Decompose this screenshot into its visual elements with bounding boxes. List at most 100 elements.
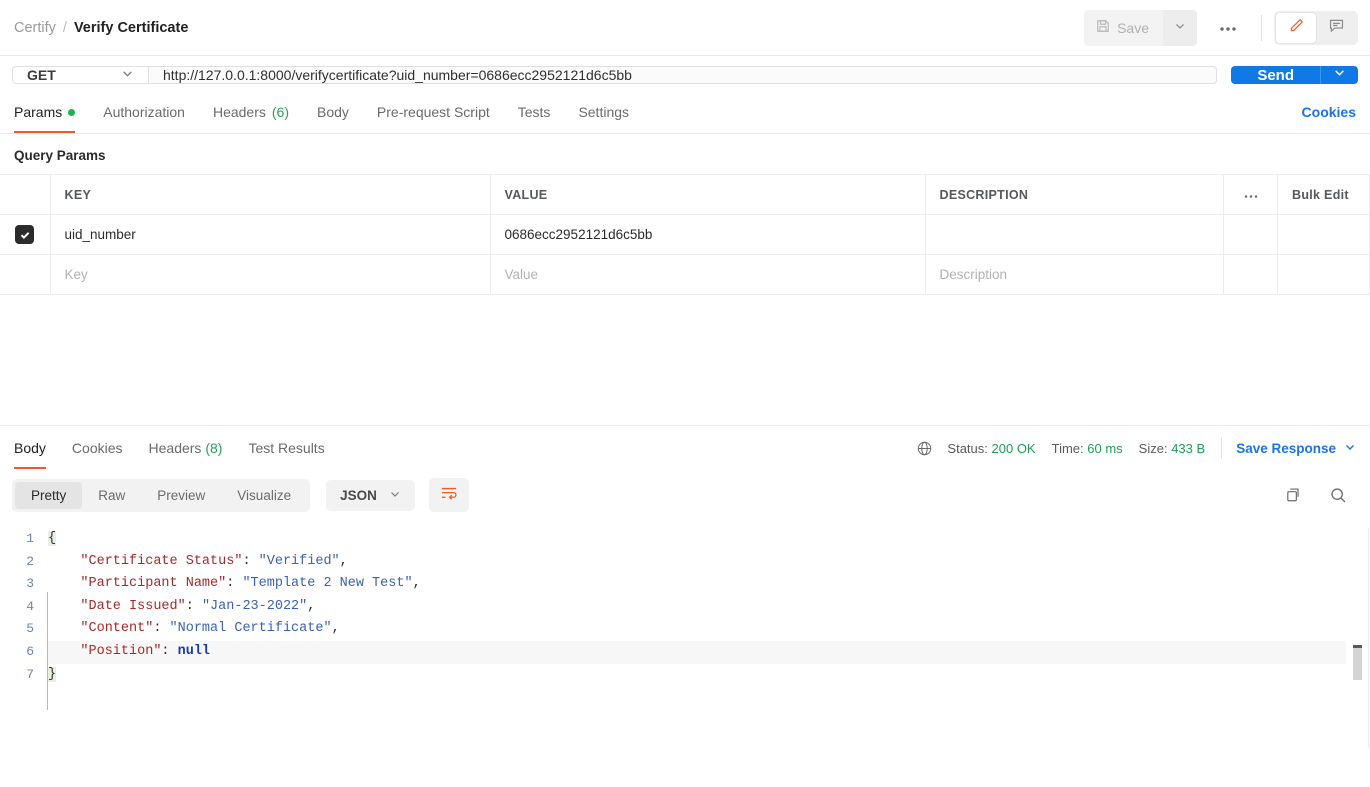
save-button-label: Save — [1117, 19, 1149, 36]
word-wrap-icon — [440, 485, 458, 506]
size-value: 433 B — [1171, 440, 1206, 456]
code-line: } — [48, 664, 1346, 687]
response-format-value: JSON — [340, 487, 377, 503]
http-method-select[interactable]: GET — [12, 66, 148, 84]
response-format-select[interactable]: JSON — [326, 479, 415, 511]
tab-body[interactable]: Body — [317, 96, 349, 133]
time-value: 60 ms — [1087, 440, 1123, 456]
new-row-key-input[interactable]: Key — [50, 254, 491, 295]
response-tab-headers-count: (8) — [205, 439, 223, 456]
line-number: 5 — [26, 621, 34, 637]
edit-mode-button[interactable] — [1276, 12, 1316, 43]
response-meta: Status: 200 OK Time: 60 ms Size: 433 B S… — [916, 438, 1356, 458]
response-view-mode-group: Pretty Raw Preview Visualize — [12, 478, 311, 512]
row-actions — [1223, 214, 1278, 255]
status-value: 200 OK — [991, 440, 1036, 456]
view-mode-pretty[interactable]: Pretty — [15, 481, 83, 509]
view-mode-preview[interactable]: Preview — [141, 482, 221, 509]
tab-headers[interactable]: Headers (6) — [213, 96, 289, 133]
json-value: null — [177, 643, 211, 659]
pencil-icon — [1288, 17, 1305, 39]
query-params-table: KEY VALUE DESCRIPTION Bulk Edit uid_numb… — [0, 174, 1370, 295]
breadcrumb: Certify / Verify Certificate — [14, 20, 188, 36]
chevron-down-icon — [1333, 66, 1346, 84]
new-row-value-input[interactable]: Value — [490, 254, 926, 295]
json-colon: : — [242, 553, 259, 569]
code-line-numbers: 1 2 3 4 5 6 7 — [0, 528, 44, 686]
line-number: 7 — [26, 666, 34, 682]
code-line: "Date Issued": "Jan-23-2022", — [48, 596, 1346, 619]
row-description[interactable] — [925, 214, 1224, 255]
json-value: "Normal Certificate" — [169, 621, 332, 637]
floppy-disk-icon — [1096, 19, 1110, 36]
tab-params[interactable]: Params — [14, 96, 76, 133]
new-row-spacer — [1277, 254, 1370, 295]
request-body-spacer — [0, 295, 1370, 425]
response-body-scrollbar[interactable] — [1346, 528, 1370, 748]
code-lines[interactable]: { "Certificate Status": "Verified", "Par… — [44, 528, 1346, 686]
save-button-group: Save — [1084, 9, 1197, 46]
code-line: "Content": "Normal Certificate", — [48, 618, 1346, 641]
query-params-more-button[interactable] — [1223, 174, 1278, 215]
send-button[interactable]: Send — [1231, 66, 1320, 84]
bulk-edit-button[interactable]: Bulk Edit — [1277, 174, 1370, 215]
line-number: 1 — [26, 531, 34, 546]
row-value[interactable]: 0686ecc2952121d6c5bb — [490, 214, 926, 255]
tab-pre-request-script[interactable]: Pre-request Script — [377, 96, 490, 133]
line-number: 2 — [26, 553, 34, 569]
response-tab-headers[interactable]: Headers (8) — [149, 428, 223, 469]
code-line: { — [48, 528, 1346, 551]
new-row-description-input[interactable]: Description — [925, 254, 1224, 295]
tab-headers-count: (6) — [271, 104, 289, 120]
save-response-label: Save Response — [1236, 440, 1336, 456]
save-button[interactable]: Save — [1084, 11, 1163, 44]
word-wrap-toggle[interactable] — [428, 478, 469, 512]
ellipsis-icon — [1243, 188, 1259, 202]
top-bar-actions: Save — [1084, 9, 1358, 46]
response-pane: Body Cookies Headers (8) Test Results St… — [0, 425, 1370, 748]
tab-tests-label: Tests — [517, 104, 551, 120]
json-key: "Position" — [80, 643, 162, 659]
comment-mode-button[interactable] — [1316, 13, 1356, 43]
save-options-caret[interactable] — [1163, 9, 1197, 46]
cookies-link[interactable]: Cookies — [1302, 104, 1356, 125]
table-row: uid_number 0686ecc2952121d6c5bb — [0, 214, 1370, 255]
tab-settings[interactable]: Settings — [578, 96, 629, 133]
column-header-key: KEY — [50, 174, 491, 215]
breadcrumb-collection[interactable]: Certify — [14, 20, 56, 36]
response-tab-test-results[interactable]: Test Results — [248, 428, 324, 469]
request-more-actions-button[interactable] — [1207, 12, 1249, 43]
time-label: Time: — [1051, 440, 1084, 456]
view-mode-toggle-group — [1274, 10, 1358, 45]
http-method-value: GET — [27, 67, 56, 83]
copy-icon[interactable] — [1284, 486, 1303, 505]
response-tab-body[interactable]: Body — [14, 428, 46, 469]
send-options-caret[interactable] — [1320, 66, 1358, 84]
tab-authorization[interactable]: Authorization — [103, 96, 185, 133]
tab-authorization-label: Authorization — [103, 104, 185, 120]
send-button-group: Send — [1231, 66, 1358, 84]
column-header-value: VALUE — [490, 174, 926, 215]
view-mode-raw[interactable]: Raw — [82, 482, 141, 509]
row-enabled-checkbox[interactable] — [15, 225, 35, 244]
scrollbar-thumb[interactable] — [1353, 645, 1362, 680]
json-value: "Template 2 New Test" — [242, 576, 413, 592]
code-fold-guide — [47, 592, 48, 710]
tab-headers-label: Headers — [212, 104, 266, 120]
size-badge: Size: 433 B — [1139, 441, 1206, 456]
json-comma: , — [412, 576, 421, 592]
response-tab-headers-label: Headers — [148, 439, 202, 456]
code-line: "Position": null — [48, 640, 1346, 664]
view-mode-visualize[interactable]: Visualize — [221, 482, 307, 509]
status-badge: Status: 200 OK — [947, 441, 1035, 456]
response-tab-cookies[interactable]: Cookies — [72, 428, 123, 469]
json-colon: : — [153, 621, 170, 637]
row-key[interactable]: uid_number — [50, 214, 491, 255]
request-url-input[interactable]: http://127.0.0.1:8000/verifycertificate?… — [148, 66, 1218, 84]
code-line: "Participant Name": "Template 2 New Test… — [48, 573, 1346, 596]
tab-settings-label: Settings — [578, 104, 630, 120]
status-label: Status: — [947, 440, 988, 456]
save-response-button[interactable]: Save Response — [1236, 441, 1356, 456]
search-icon[interactable] — [1329, 486, 1348, 505]
tab-tests[interactable]: Tests — [518, 96, 551, 133]
